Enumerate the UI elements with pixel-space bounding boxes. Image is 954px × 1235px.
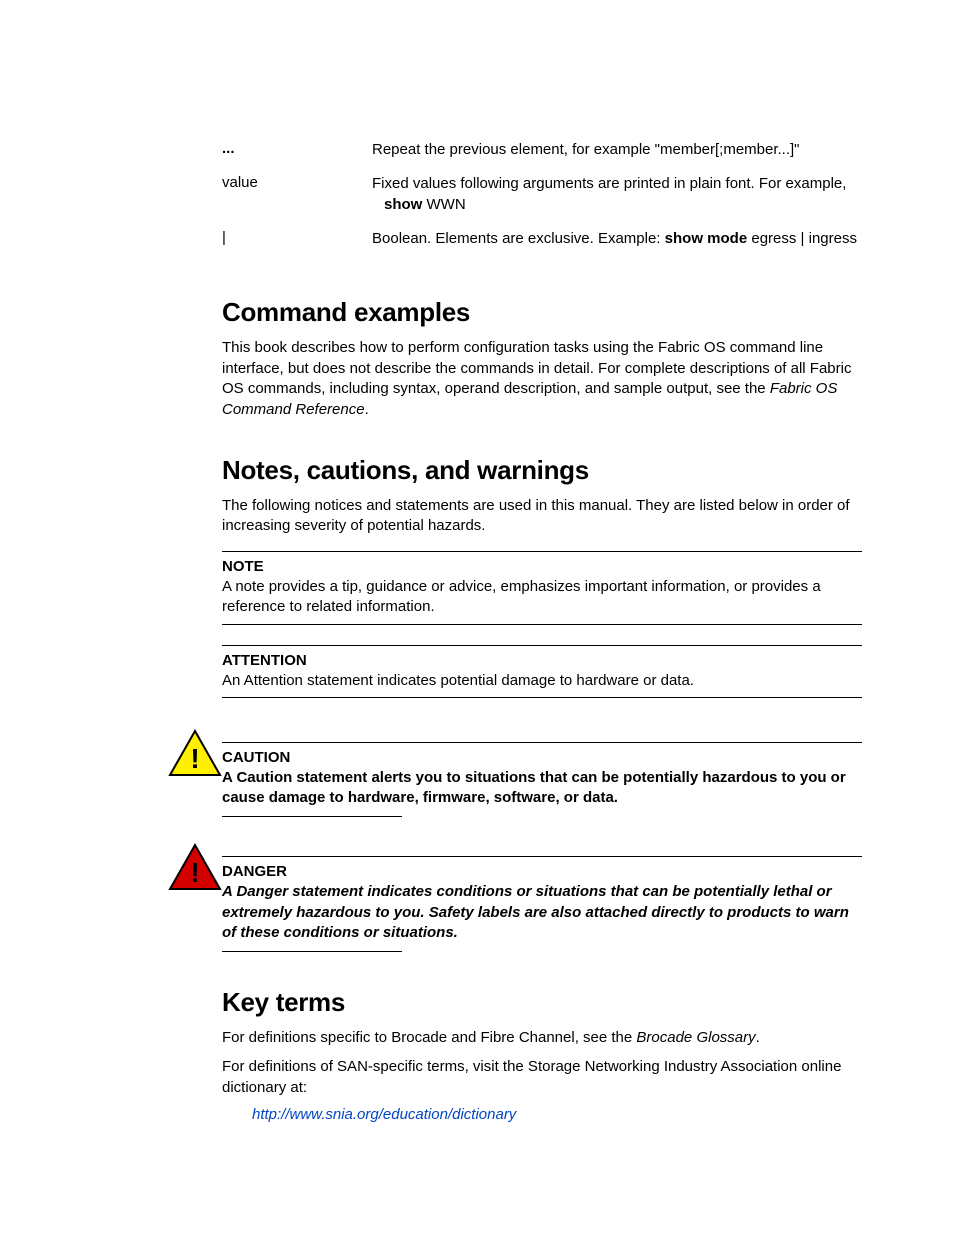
caution-callout: ! CAUTION A Caution statement alerts you… [170,728,862,819]
snia-dictionary-link[interactable]: http://www.snia.org/education/dictionary [252,1106,862,1123]
conv-pipe-symbol: | [222,229,372,263]
danger-triangle-icon: ! [160,842,230,892]
caution-body: A Caution statement alerts you to situat… [222,768,862,809]
conv-ellipsis-desc: Repeat the previous element, for example… [372,140,914,174]
attention-body: An Attention statement indicates potenti… [222,671,862,691]
para-notes-intro: The following notices and statements are… [222,496,862,537]
note-callout: NOTE A note provides a tip, guidance or … [222,551,862,631]
note-title: NOTE [222,558,862,575]
caution-title: CAUTION [222,742,862,766]
danger-body: A Danger statement indicates conditions … [222,882,862,943]
svg-text:!: ! [190,857,199,888]
conv-ellipsis-symbol: ... [222,140,372,174]
attention-title: ATTENTION [222,652,862,669]
conv-value-symbol: value [222,174,372,229]
svg-text:!: ! [190,743,199,774]
para-command-examples: This book describes how to perform confi… [222,338,862,421]
conv-value-desc: Fixed values following arguments are pri… [372,174,914,229]
note-body: A note provides a tip, guidance or advic… [222,577,862,618]
heading-key-terms: Key terms [222,987,862,1018]
caution-triangle-icon: ! [160,728,230,778]
conventions-table: ... Repeat the previous element, for exa… [222,140,914,263]
document-page: ... Repeat the previous element, for exa… [0,0,954,1235]
table-row: | Boolean. Elements are exclusive. Examp… [222,229,914,263]
heading-notes-cautions-warnings: Notes, cautions, and warnings [222,455,862,486]
heading-command-examples: Command examples [222,297,862,328]
attention-callout: ATTENTION An Attention statement indicat… [222,645,862,704]
conv-pipe-desc: Boolean. Elements are exclusive. Example… [372,229,914,263]
table-row: ... Repeat the previous element, for exa… [222,140,914,174]
danger-callout: ! DANGER A Danger statement indicates co… [170,842,862,953]
danger-title: DANGER [222,856,862,880]
para-key-terms-2: For definitions of SAN-specific terms, v… [222,1057,862,1098]
para-key-terms-1: For definitions specific to Brocade and … [222,1028,862,1049]
table-row: value Fixed values following arguments a… [222,174,914,229]
